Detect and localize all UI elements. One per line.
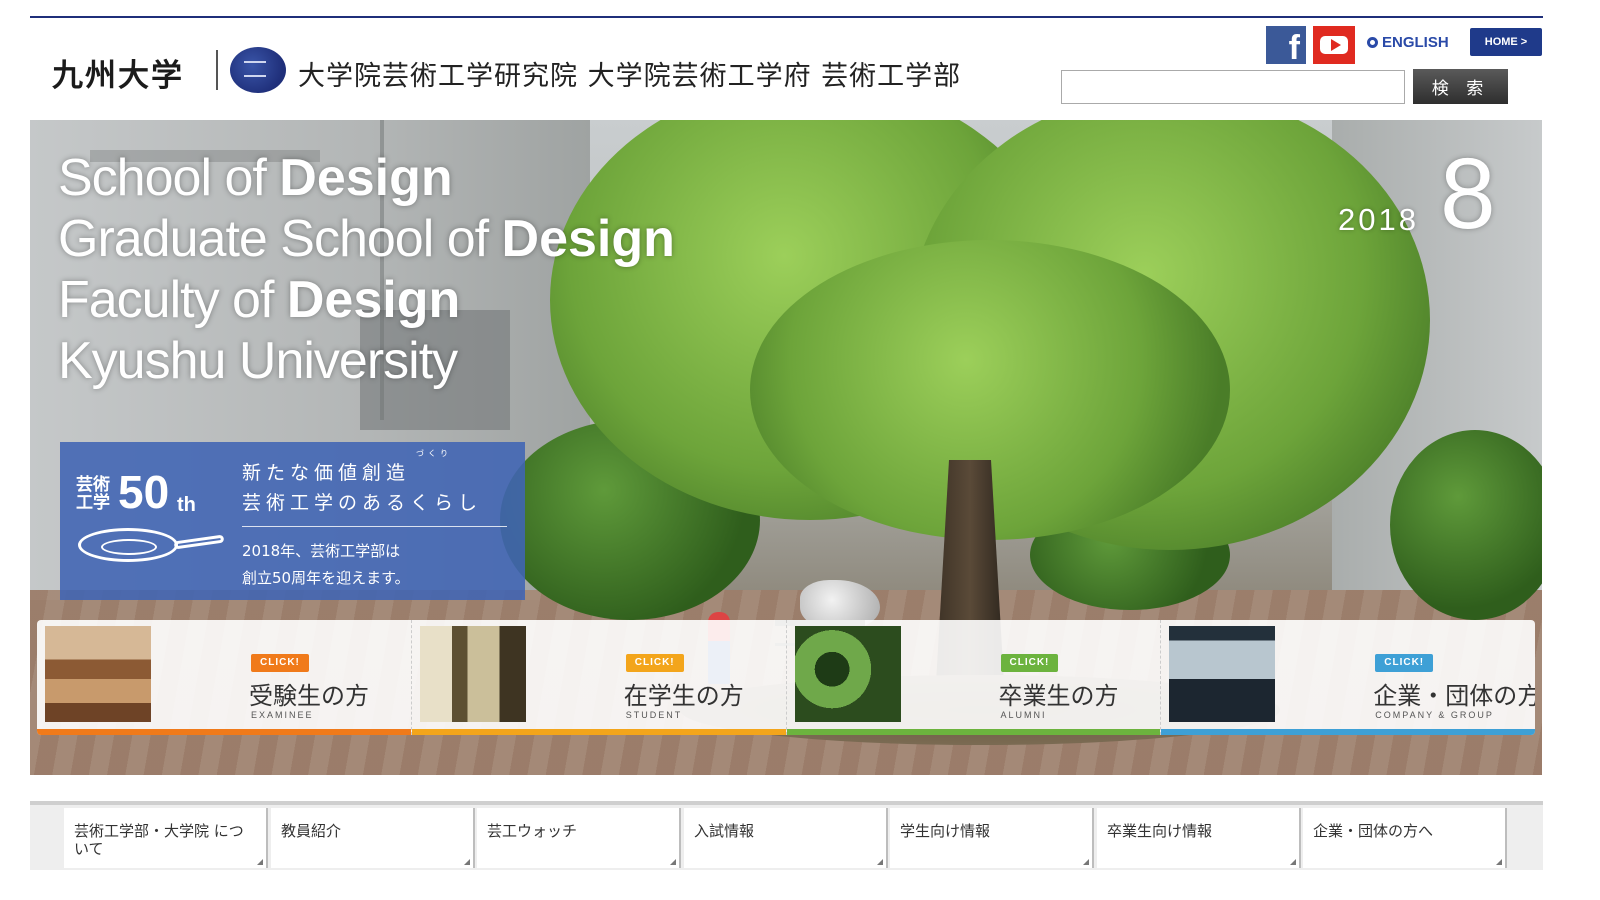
card-subtitle: ALUMNI	[1000, 710, 1047, 720]
card-title: 受験生の方	[249, 682, 369, 710]
header-top-rule	[30, 16, 1543, 18]
click-badge: CLICK!	[251, 654, 309, 672]
audience-cards: CLICK! 受験生の方 EXAMINEE CLICK! 在学生の方 STUDE…	[37, 620, 1535, 735]
anniversary-text: 2018年、芸術工学部は 創立50周年を迎えます。	[242, 542, 410, 587]
anniversary-tagline: 新たな価値創造 芸術工学のあるくらし	[242, 462, 483, 514]
card-company-group[interactable]: CLICK! 企業・団体の方 COMPANY & GROUP	[1160, 620, 1535, 735]
corner-arrow-icon	[1290, 859, 1296, 865]
card-color-bar	[1161, 729, 1535, 735]
corner-arrow-icon	[464, 859, 470, 865]
card-examinee[interactable]: CLICK! 受験生の方 EXAMINEE	[37, 620, 411, 735]
click-badge: CLICK!	[1000, 654, 1059, 672]
click-badge: CLICK!	[1375, 654, 1434, 672]
card-color-bar	[411, 729, 786, 735]
headline-line-2: Graduate School of Design	[58, 210, 675, 268]
page: 九州大学 大学院芸術工学研究院 大学院芸術工学府 芸術工学部 f ENGLISH…	[0, 0, 1600, 900]
frying-pan-icon	[78, 528, 228, 568]
youtube-icon[interactable]	[1313, 26, 1355, 64]
card-alumni[interactable]: CLICK! 卒業生の方 ALUMNI	[785, 620, 1161, 735]
card-subtitle: COMPANY & GROUP	[1375, 710, 1494, 720]
anniversary-suffix: th	[177, 494, 196, 516]
card-color-bar	[37, 729, 411, 735]
corner-arrow-icon	[1083, 859, 1089, 865]
hero-date-month: 8	[1440, 138, 1496, 250]
card-title: 企業・団体の方	[1373, 682, 1535, 710]
alumni-photo-thumbnail	[794, 626, 901, 722]
card-student[interactable]: CLICK! 在学生の方 STUDENT	[410, 620, 786, 735]
headline-line-1: School of Design	[58, 149, 453, 207]
nav-item-admissions[interactable]: 入試情報	[684, 808, 888, 868]
nav-item-faculty[interactable]: 教員紹介	[271, 808, 475, 868]
headline-line-4: Kyushu University	[58, 332, 458, 390]
anniversary-label: 芸術工学	[76, 475, 110, 513]
search-input[interactable]	[1061, 70, 1405, 104]
corner-arrow-icon	[257, 859, 263, 865]
english-link[interactable]: ENGLISH	[1367, 34, 1449, 51]
kyushu-university-wordmark[interactable]: 九州大学	[52, 50, 184, 95]
nav-item-about[interactable]: 芸術工学部・大学院 について	[64, 808, 268, 868]
student-photo-thumbnail	[419, 626, 526, 722]
facebook-icon[interactable]: f	[1266, 26, 1306, 64]
company-photo-thumbnail	[1169, 626, 1276, 722]
main-nav: 芸術工学部・大学院 について 教員紹介 芸工ウォッチ 入試情報 学生向け情報 卒…	[30, 805, 1543, 870]
anniversary-banner[interactable]: 芸術工学 50 th づくり 新たな価値創造 芸術工学のあるくらし 2018年、…	[60, 442, 525, 600]
hero-date-year: 2018	[1338, 202, 1419, 237]
anniversary-divider	[242, 526, 507, 527]
card-title: 在学生の方	[623, 682, 744, 710]
corner-arrow-icon	[877, 859, 883, 865]
nav-item-alumni[interactable]: 卒業生向け情報	[1097, 808, 1301, 868]
hero-banner: School of Design Graduate School of Desi…	[30, 120, 1542, 775]
english-label: ENGLISH	[1382, 34, 1449, 51]
nav-item-companies[interactable]: 企業・団体の方へ	[1303, 808, 1507, 868]
headline-line-3: Faculty of Design	[58, 271, 461, 329]
card-subtitle: EXAMINEE	[251, 710, 314, 720]
anniversary-number: 50	[118, 466, 170, 518]
card-title: 卒業生の方	[998, 682, 1119, 710]
logo-divider	[216, 50, 218, 90]
search-button[interactable]: 検 索	[1413, 69, 1508, 104]
examinee-photo-thumbnail	[45, 626, 151, 722]
card-color-bar	[786, 729, 1161, 735]
circle-bullet-icon	[1367, 37, 1378, 48]
nav-item-watch[interactable]: 芸工ウォッチ	[477, 808, 681, 868]
click-badge: CLICK!	[625, 654, 684, 672]
hero-headline: School of Design Graduate School of Desi…	[58, 148, 675, 392]
corner-arrow-icon	[1496, 859, 1502, 865]
design-school-emblem-icon[interactable]	[230, 47, 286, 93]
corner-arrow-icon	[670, 859, 676, 865]
nav-item-students[interactable]: 学生向け情報	[890, 808, 1094, 868]
home-button[interactable]: HOME >	[1470, 28, 1542, 56]
school-name[interactable]: 大学院芸術工学研究院 大学院芸術工学府 芸術工学部	[298, 54, 961, 93]
card-subtitle: STUDENT	[625, 710, 683, 720]
